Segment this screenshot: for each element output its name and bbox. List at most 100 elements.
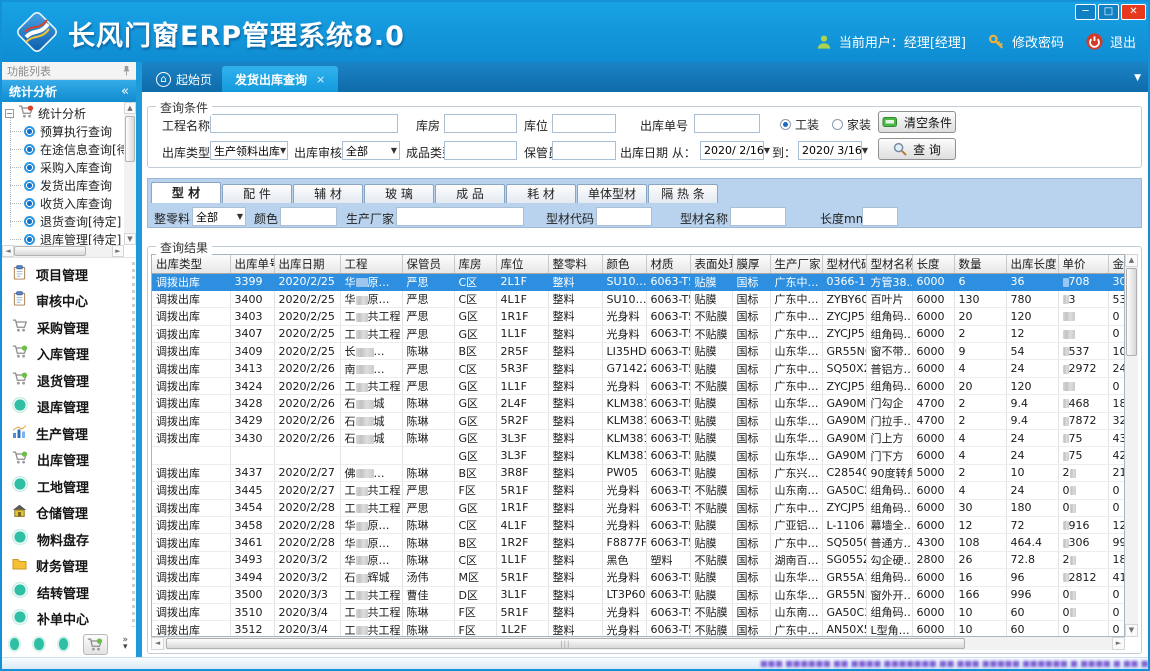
material-tab[interactable]: 耗 材	[506, 184, 576, 203]
material-tab[interactable]: 成 品	[435, 184, 505, 203]
table-row[interactable]: 调拨出库35122020/3/4工共工程陈琳F区1L2F整料光身料6063-T5…	[152, 621, 1125, 637]
tree-vertical-scrollbar[interactable]: ▲ ▼	[124, 102, 136, 245]
radio-jiazhuang[interactable]: 家装	[832, 116, 871, 133]
warehouse-input[interactable]	[444, 114, 517, 133]
product-type-input[interactable]	[444, 141, 517, 160]
collapse-icon[interactable]: «	[121, 84, 129, 99]
keeper-input[interactable]	[552, 141, 616, 160]
clear-conditions-button[interactable]: 清空条件	[878, 111, 956, 133]
tab-shipment-query[interactable]: 发货出库查询 ×	[222, 66, 338, 92]
material-tab[interactable]: 配 件	[222, 184, 292, 203]
order-no-input[interactable]	[694, 114, 760, 133]
vscroll-thumb[interactable]	[1126, 268, 1137, 356]
table-row[interactable]: 调拨出库34582020/2/28华原…陈琳C区4L1F整料光身料6063-T5…	[152, 516, 1125, 533]
scroll-up-icon[interactable]: ▲	[1125, 254, 1138, 267]
maximize-button[interactable]: □	[1098, 4, 1119, 20]
column-header[interactable]: 材质	[646, 255, 690, 273]
tab-close-icon[interactable]: ×	[316, 73, 325, 86]
sidebar-menu-item[interactable]: 补单中心	[2, 606, 136, 632]
table-row[interactable]: 调拨出库34282020/2/26石城陈琳G区2L4F整料KLM38176063…	[152, 395, 1125, 412]
menu-scrollbar[interactable]	[132, 262, 135, 627]
length-input[interactable]	[862, 207, 898, 226]
scroll-left-icon[interactable]: ◄	[2, 245, 14, 257]
more-modules-icon[interactable]: »▾	[123, 637, 129, 651]
sidebar-menu-item[interactable]: 生产管理	[2, 420, 136, 447]
tree-item[interactable]: 发货出库查询	[2, 176, 124, 194]
column-header[interactable]: 出库类型	[152, 255, 230, 273]
column-header[interactable]: 膜厚	[732, 255, 770, 273]
table-row[interactable]: 调拨出库34092020/2/25长…陈琳B区2R5F整料LI35HD6063-…	[152, 343, 1125, 360]
audit-select[interactable]: 全部▼	[342, 141, 400, 160]
out-type-select[interactable]: 生产领料出库▼	[210, 141, 288, 160]
module-button[interactable]	[83, 634, 107, 655]
tree-item[interactable]: 退库管理[待定]	[2, 230, 124, 245]
sidebar-menu-item[interactable]: 审核中心	[2, 288, 136, 315]
sidebar-menu-item[interactable]: 财务管理	[2, 553, 136, 580]
table-row[interactable]: 调拨出库34612020/2/28华原…陈琳B区1R2F整料F8877FT606…	[152, 534, 1125, 551]
sidebar-menu-item[interactable]: 退货管理	[2, 367, 136, 394]
overflow-module-icon[interactable]	[34, 638, 43, 650]
table-row[interactable]: 调拨出库34542020/2/28工共工程严思G区1R1F整料光身料6063-T…	[152, 499, 1125, 516]
column-header[interactable]: 整零料	[548, 255, 602, 273]
sidebar-menu-item[interactable]: 工地管理	[2, 473, 136, 500]
pin-icon[interactable]	[122, 65, 131, 76]
tree-item[interactable]: 采购入库查询	[2, 158, 124, 176]
table-row[interactable]: 调拨出库34452020/2/27工共工程严思F区5R1F整料光身料6063-T…	[152, 482, 1125, 499]
hscroll-thumb[interactable]: |||	[166, 638, 965, 649]
tree-root-statistics[interactable]: −统计分析	[2, 104, 124, 122]
sidebar-menu-item[interactable]: 入库管理	[2, 341, 136, 368]
column-header[interactable]: 库位	[496, 255, 548, 273]
overflow-module-icon[interactable]	[10, 638, 19, 650]
table-row[interactable]: 调拨出库34292020/2/26石城陈琳G区5R2F整料KLM38176063…	[152, 412, 1125, 429]
sidebar-menu-item[interactable]: 物料盘存	[2, 526, 136, 553]
column-header[interactable]: 型材代码	[822, 255, 866, 273]
column-header[interactable]: 型材名称	[866, 255, 912, 273]
scroll-left-icon[interactable]: ◄	[151, 637, 164, 650]
sidebar-menu-item[interactable]: 出库管理	[2, 447, 136, 474]
profile-name-input[interactable]	[730, 207, 786, 226]
column-header[interactable]: 工程	[340, 255, 402, 273]
column-header[interactable]: 库房	[454, 255, 496, 273]
search-button[interactable]: 查 询	[878, 138, 956, 160]
project-name-input[interactable]	[210, 114, 398, 133]
scroll-down-icon[interactable]: ▼	[1125, 624, 1138, 637]
material-tab[interactable]: 辅 材	[293, 184, 363, 203]
location-input[interactable]	[552, 114, 616, 133]
zhengling-select[interactable]: 全部▼	[192, 207, 246, 226]
statistics-section-header[interactable]: 统计分析 «	[2, 80, 136, 102]
table-row[interactable]: 调拨出库34932020/3/2华原…陈琳C区1L1F整料黑色塑料不贴膜国标湖南…	[152, 551, 1125, 568]
table-row[interactable]: 调拨出库34002020/2/25华原…严思C区4L1F整料SU10…6063-…	[152, 290, 1125, 307]
date-from-select[interactable]: 2020/ 2/16▼	[700, 141, 764, 160]
table-row[interactable]: 调拨出库34032020/2/25工共工程严思G区1R1F整料光身料6063-T…	[152, 308, 1125, 325]
scroll-right-icon[interactable]: ►	[112, 245, 124, 257]
column-header[interactable]: 出库单号	[230, 255, 274, 273]
overflow-module-icon[interactable]	[59, 638, 68, 650]
scroll-up-icon[interactable]: ▲	[124, 102, 136, 114]
sidebar-menu-item[interactable]: 结转管理	[2, 579, 136, 606]
tab-home[interactable]: ⌂ 起始页	[146, 67, 222, 92]
close-button[interactable]: ✕	[1121, 4, 1146, 20]
scroll-down-icon[interactable]: ▼	[124, 233, 136, 245]
table-row[interactable]: 调拨出库34072020/2/25工共工程严思G区1L1F整料光身料6063-T…	[152, 325, 1125, 342]
column-header[interactable]: 出库长度	[1006, 255, 1058, 273]
column-header[interactable]: 单价	[1058, 255, 1108, 273]
tree-horizontal-scrollbar[interactable]: ◄ ►	[2, 245, 124, 257]
table-row[interactable]: 调拨出库35102020/3/4工共工程陈琳F区5R1F整料光身料6063-T5…	[152, 603, 1125, 620]
scroll-right-icon[interactable]: ►	[1112, 637, 1125, 650]
table-row[interactable]: 调拨出库34942020/3/2石辉城汤伟M区5R1F整料光身料6063-T5贴…	[152, 569, 1125, 586]
column-header[interactable]: 出库日期	[274, 255, 340, 273]
sidebar-menu-item[interactable]: 仓储管理	[2, 500, 136, 527]
tree-item[interactable]: 在途信息查询[待	[2, 140, 124, 158]
column-header[interactable]: 金额	[1108, 255, 1125, 273]
column-header[interactable]: 生产厂家	[770, 255, 822, 273]
column-header[interactable]: 表面处理	[690, 255, 732, 273]
table-horizontal-scrollbar[interactable]: ◄ ||| ►	[151, 637, 1125, 650]
table-row[interactable]: G区3L3F整料KLM38176063-T5贴膜国标山东华…GA90M09…门下…	[152, 447, 1125, 464]
table-row[interactable]: 调拨出库34132020/2/26南…严思C区5R3F整料G714226063-…	[152, 360, 1125, 377]
table-row[interactable]: 调拨出库34242020/2/26工共工程严思G区1L1F整料光身料6063-T…	[152, 377, 1125, 394]
table-row[interactable]: 调拨出库35002020/3/3工共工程曹佳D区3L1F整料LT3P606063…	[152, 586, 1125, 603]
sidebar-menu-item[interactable]: 退库管理	[2, 394, 136, 421]
material-tab[interactable]: 单体型材	[577, 184, 647, 203]
table-vertical-scrollbar[interactable]: ▲ ▼	[1125, 254, 1138, 637]
tab-list-dropdown-icon[interactable]: ▼	[1134, 73, 1141, 83]
